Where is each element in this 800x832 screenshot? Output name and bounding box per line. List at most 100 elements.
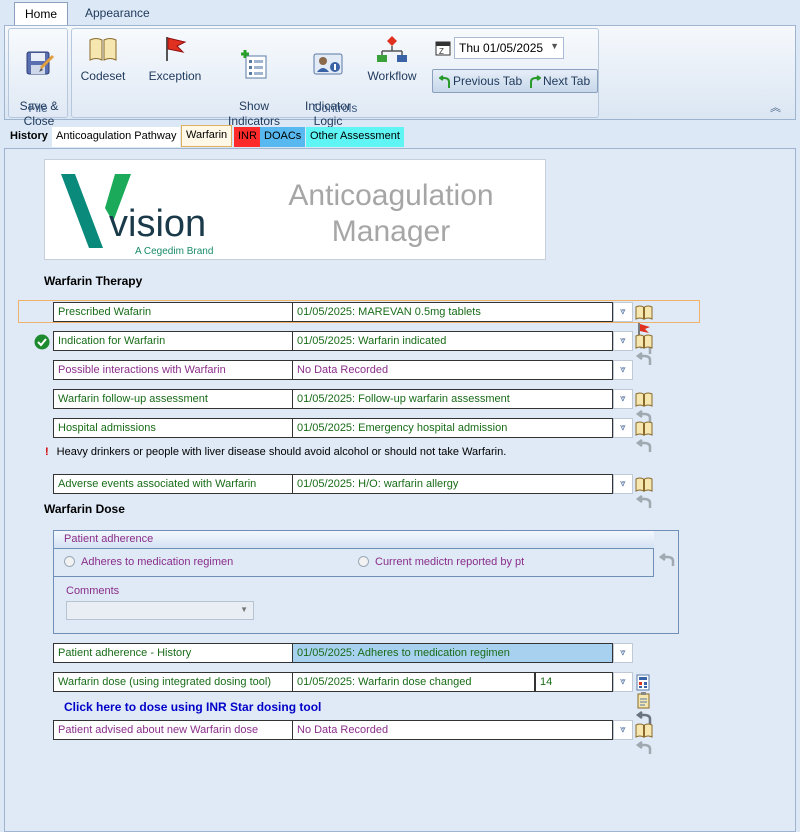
exception-button[interactable]: Exception xyxy=(146,33,204,84)
radio-adheres[interactable]: Adheres to medication regimen xyxy=(64,556,233,568)
controls-group: Codeset Exception Show Indicators Indica… xyxy=(71,28,599,128)
previous-tab-button[interactable]: Previous Tab xyxy=(438,74,522,89)
anticoagulation-manager-title: Anticoagulation Manager xyxy=(288,179,494,248)
radio-circle xyxy=(358,556,369,567)
row-value[interactable]: 01/05/2025: Warfarin indicated xyxy=(293,331,613,351)
clipboard-icon[interactable] xyxy=(635,691,653,709)
file-group: Save & Close File xyxy=(8,28,68,128)
row-label: Hospital admissions xyxy=(53,418,293,438)
undo-icon[interactable] xyxy=(635,739,653,757)
chevron-down-icon: ▼ xyxy=(240,605,248,614)
book-icon[interactable] xyxy=(635,303,653,321)
row-actions xyxy=(635,721,654,754)
undo-icon[interactable] xyxy=(657,551,677,569)
calculator-icon[interactable] xyxy=(635,673,653,691)
row-value[interactable]: 01/05/2025: MAREVAN 0.5mg tablets xyxy=(293,302,613,322)
vision-tagline: A Cegedim Brand xyxy=(135,246,214,257)
calendar-icon[interactable]: Z xyxy=(435,40,451,56)
row-actions xyxy=(635,475,654,508)
next-arrow-icon xyxy=(530,74,542,88)
previous-arrow-icon xyxy=(438,74,450,88)
exclamation-icon: ! xyxy=(45,446,49,458)
tab-home[interactable]: Home xyxy=(14,2,69,26)
row-label: Warfarin follow-up assessment xyxy=(53,389,293,409)
chevron-down-icon[interactable]: ⩔ xyxy=(613,331,633,351)
row-value[interactable]: 01/05/2025: H/O: warfarin allergy xyxy=(293,474,613,494)
row-actions xyxy=(635,390,654,423)
tab-inr[interactable]: INR xyxy=(234,127,261,147)
row-value[interactable]: No Data Recorded xyxy=(293,720,613,740)
tab-appearance[interactable]: Appearance xyxy=(75,2,160,26)
book-icon[interactable] xyxy=(635,419,653,437)
radio-current-medication[interactable]: Current medictn reported by pt xyxy=(358,556,524,568)
vision-brand-text: vision xyxy=(109,203,207,245)
chevron-down-icon[interactable]: ⩔ xyxy=(613,302,633,322)
chevron-down-icon[interactable]: ⩔ xyxy=(613,389,633,409)
chevron-down-icon[interactable]: ⩔ xyxy=(613,720,633,740)
chevron-down-icon: ▼ xyxy=(550,41,559,51)
panel-title: Patient adherence xyxy=(54,531,654,549)
row-value[interactable]: 01/05/2025: Adheres to medication regime… xyxy=(293,643,613,663)
main-form: vision A Cegedim Brand Anticoagulation M… xyxy=(4,148,796,832)
section-warfarin-dose: Warfarin Dose xyxy=(44,502,125,516)
undo-icon[interactable] xyxy=(635,493,653,511)
tab-history[interactable]: History xyxy=(6,127,52,147)
chevron-down-icon[interactable]: ⩔ xyxy=(613,418,633,438)
controls-group-label: Controls xyxy=(312,101,358,115)
row-value[interactable]: 01/05/2025: Warfarin dose changed xyxy=(293,672,535,692)
tab-warfarin[interactable]: Warfarin xyxy=(181,125,233,147)
ribbon: Save & Close File Codeset Exception Show… xyxy=(4,25,796,128)
row-label: Patient advised about new Warfarin dose xyxy=(53,720,293,740)
adherence-options: Adheres to medication regimen Current me… xyxy=(54,549,654,577)
file-group-label: File xyxy=(28,101,48,115)
chevron-down-icon[interactable]: ⩔ xyxy=(613,474,633,494)
row-label: Possible interactions with Warfarin xyxy=(53,360,293,380)
chevron-down-icon[interactable]: ⩔ xyxy=(613,643,633,663)
ribbon-tab-bar: Home Appearance xyxy=(0,0,800,26)
comments-label: Comments xyxy=(66,585,120,597)
check-circle-icon xyxy=(34,334,50,350)
indicators-icon xyxy=(241,50,267,79)
radio-circle xyxy=(64,556,75,567)
section-warfarin-therapy: Warfarin Therapy xyxy=(44,274,143,288)
dose-amount[interactable]: 14 xyxy=(535,672,613,692)
row-label: Prescribed Wafarin xyxy=(53,302,293,322)
date-value: Thu 01/05/2025 xyxy=(459,41,544,55)
row-actions xyxy=(635,673,654,724)
workflow-button[interactable]: Workflow xyxy=(362,33,422,84)
book-icon xyxy=(89,38,117,61)
patient-adherence-panel: Patient adherence Adheres to medication … xyxy=(53,530,679,634)
tab-navigation: Previous Tab Next Tab xyxy=(432,69,598,93)
row-label: Patient adherence - History xyxy=(53,643,293,663)
row-value[interactable]: 01/05/2025: Follow-up warfarin assessmen… xyxy=(293,389,613,409)
codeset-button[interactable]: Codeset xyxy=(78,33,128,84)
flag-icon xyxy=(166,37,187,61)
row-actions xyxy=(635,303,654,354)
date-picker[interactable]: Thu 01/05/2025 ▼ xyxy=(454,37,564,59)
tab-other-assessment[interactable]: Other Assessment xyxy=(306,127,404,147)
svg-text:Z: Z xyxy=(439,47,444,56)
inr-star-dosing-link[interactable]: Click here to dose using INR Star dosing… xyxy=(64,700,321,714)
collapse-ribbon-icon[interactable]: ︽ xyxy=(770,99,781,115)
save-close-icon xyxy=(26,51,55,75)
book-icon[interactable] xyxy=(635,332,653,350)
book-icon[interactable] xyxy=(635,390,653,408)
chevron-down-icon[interactable]: ⩔ xyxy=(613,672,633,692)
row-actions xyxy=(635,332,654,365)
indicator-logic-icon xyxy=(313,53,343,75)
comments-dropdown[interactable]: ▼ xyxy=(66,601,254,620)
book-icon[interactable] xyxy=(635,475,653,493)
row-value[interactable]: No Data Recorded xyxy=(293,360,613,380)
row-value[interactable]: 01/05/2025: Emergency hospital admission xyxy=(293,418,613,438)
row-actions xyxy=(635,419,654,452)
undo-icon[interactable] xyxy=(635,350,653,368)
workflow-icon xyxy=(377,36,407,62)
tab-anticoagulation-pathway[interactable]: Anticoagulation Pathway xyxy=(52,127,181,147)
chevron-down-icon[interactable]: ⩔ xyxy=(613,360,633,380)
tab-doacs[interactable]: DOACs xyxy=(260,127,306,147)
row-label: Indication for Warfarin xyxy=(53,331,293,351)
undo-icon[interactable] xyxy=(635,437,653,455)
next-tab-button[interactable]: Next Tab xyxy=(529,74,590,89)
book-icon[interactable] xyxy=(635,721,653,739)
row-label: Adverse events associated with Warfarin xyxy=(53,474,293,494)
